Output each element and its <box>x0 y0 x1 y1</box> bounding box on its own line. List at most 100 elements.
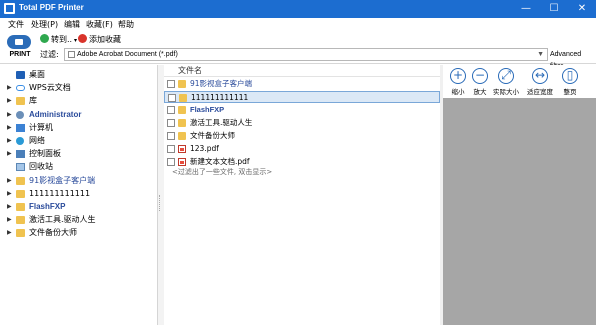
folder-icon <box>16 216 25 225</box>
plus-circle-icon: + <box>450 68 466 84</box>
file-list-header[interactable]: 文件名 <box>164 65 440 77</box>
file-list: 文件名 <过滤出了一些文件, 双击显示> 91影视盒子客户端 1111111111… <box>164 65 440 325</box>
file-row[interactable]: FlashFXP <box>164 104 440 116</box>
heart-icon <box>78 34 87 43</box>
recycle-bin-icon <box>16 163 25 172</box>
menu-edit[interactable]: 编辑 <box>64 19 80 31</box>
file-checkbox[interactable] <box>167 80 175 88</box>
convert-button[interactable]: 转到.. ▾ <box>40 34 77 46</box>
tree-item-label: 库 <box>29 96 37 106</box>
file-checkbox[interactable] <box>167 145 175 153</box>
print-button[interactable]: PRINT <box>4 34 36 62</box>
print-label: PRINT <box>9 51 31 58</box>
menu-help[interactable]: 帮助 <box>118 19 134 31</box>
tree-item-label: 网络 <box>29 136 45 145</box>
minimize-button[interactable]: — <box>512 0 540 18</box>
full-page-icon: ▯ <box>562 68 578 84</box>
expand-arrow-icon[interactable]: ▶ <box>7 121 12 134</box>
close-button[interactable]: ✕ <box>568 0 596 18</box>
expand-arrow-icon[interactable]: ▶ <box>7 94 12 107</box>
file-checkbox[interactable] <box>168 94 176 102</box>
tree-item[interactable]: ▶ 91影视盒子客户端 <box>0 174 158 187</box>
tree-item[interactable]: 回收站 <box>0 160 158 173</box>
file-row[interactable]: 新建文本文档.pdf <box>164 156 440 168</box>
tree-item-label: 计算机 <box>29 122 53 132</box>
minus-circle-icon: − <box>472 68 488 84</box>
file-row[interactable]: 111111111111 <box>164 91 440 103</box>
tree-item[interactable]: ▶ 库 <box>0 94 158 107</box>
full-page-button[interactable]: ▯ 整页 <box>555 67 585 97</box>
tree-item[interactable]: ▶ 计算机 <box>0 121 158 134</box>
tree-item-label: FlashFXP <box>29 202 66 211</box>
tree-item-label: 91影视盒子客户端 <box>29 175 96 185</box>
tree-item[interactable]: ▶ Administrator <box>0 108 158 121</box>
expand-arrow-icon[interactable]: ▶ <box>7 200 12 213</box>
splitter-grip <box>159 195 162 211</box>
expand-arrow-icon[interactable]: ▶ <box>7 213 12 226</box>
tree-item[interactable]: ▶ FlashFXP <box>0 200 158 213</box>
maximize-button[interactable]: ☐ <box>540 0 568 18</box>
tree-item-label: WPS云文档 <box>29 83 71 93</box>
folder-icon <box>16 97 25 106</box>
tree-item[interactable]: ▶ 控制面板 <box>0 147 158 160</box>
tree-item-label: 回收站 <box>29 162 53 172</box>
file-row[interactable]: 文件备份大师 <box>164 130 440 142</box>
tree-item[interactable]: ▶ 文件备份大师 <box>0 226 158 239</box>
cloud-icon <box>16 85 25 92</box>
app-icon <box>4 3 15 14</box>
filter-label: 过滤: <box>40 50 59 59</box>
add-favorite-button[interactable]: 添加收藏 <box>78 34 121 46</box>
computer-icon <box>16 123 25 132</box>
file-name: 91影视盒子客户端 <box>190 79 253 88</box>
expand-arrow-icon[interactable]: ▶ <box>7 134 12 147</box>
zoom-toolbar: + 缩小 − 放大 ⤢ 实际大小 ↔ 适应宽度 ▯ 整页 <box>443 65 596 98</box>
file-name: FlashFXP <box>190 105 225 114</box>
folder-icon <box>16 229 25 238</box>
expand-arrow-icon[interactable]: ▶ <box>7 187 12 200</box>
tree-item[interactable]: ▶ 网络 <box>0 134 158 147</box>
file-name: 激活工具.驱动人生 <box>190 118 253 127</box>
expand-arrow-icon[interactable]: ▶ <box>7 108 12 121</box>
add-favorite-label: 添加收藏 <box>89 35 121 44</box>
folder-icon <box>178 106 186 114</box>
folder-icon <box>178 132 186 140</box>
expand-arrow-icon[interactable]: ▶ <box>7 147 12 160</box>
actual-size-button[interactable]: ⤢ 实际大小 <box>491 67 521 97</box>
pdf-file-icon <box>178 158 186 166</box>
file-row[interactable]: 91影视盒子客户端 <box>164 78 440 90</box>
folder-icon <box>178 80 186 88</box>
zoom-button-label: 整页 <box>563 88 577 96</box>
file-name: 123.pdf <box>190 144 219 153</box>
tree-item[interactable]: 桌面 <box>0 68 158 81</box>
folder-icon <box>178 119 186 127</box>
file-checkbox[interactable] <box>167 119 175 127</box>
file-checkbox[interactable] <box>167 158 175 166</box>
folder-icon <box>16 176 25 185</box>
file-row[interactable]: 123.pdf <box>164 143 440 155</box>
fit-width-icon: ↔ <box>532 68 548 84</box>
tree-item-label: Administrator <box>29 109 82 119</box>
tree-item[interactable]: ▶ 激活工具.驱动人生 <box>0 213 158 226</box>
filter-hint: <过滤出了一些文件, 双击显示> <box>172 168 273 176</box>
file-row[interactable]: 激活工具.驱动人生 <box>164 117 440 129</box>
user-icon <box>16 110 24 119</box>
filter-type-icon <box>68 51 75 58</box>
menu-bar: 文件 处理(P) 编辑 收藏(F) 帮助 <box>0 18 596 32</box>
expand-arrow-icon[interactable]: ▶ <box>7 226 12 239</box>
arrow-right-icon <box>40 34 49 43</box>
tree-item[interactable]: ▶ WPS云文档 <box>0 81 158 94</box>
expand-arrow-icon[interactable]: ▶ <box>7 81 12 94</box>
filter-select[interactable]: Adobe Acrobat Document (*.pdf) ▼ <box>64 48 548 61</box>
file-name: 111111111111 <box>191 93 249 102</box>
file-checkbox[interactable] <box>167 106 175 114</box>
convert-label: 转到.. <box>51 35 73 44</box>
title-bar: Total PDF Printer — ☐ ✕ <box>0 0 596 18</box>
menu-file[interactable]: 文件 <box>8 19 24 31</box>
window-title: Total PDF Printer <box>19 3 84 12</box>
file-checkbox[interactable] <box>167 132 175 140</box>
desktop-icon <box>16 71 25 79</box>
menu-process[interactable]: 处理(P) <box>31 19 58 31</box>
expand-arrow-icon[interactable]: ▶ <box>7 174 12 187</box>
menu-favorites[interactable]: 收藏(F) <box>86 19 113 31</box>
tree-item[interactable]: ▶ 111111111111 <box>0 187 158 200</box>
